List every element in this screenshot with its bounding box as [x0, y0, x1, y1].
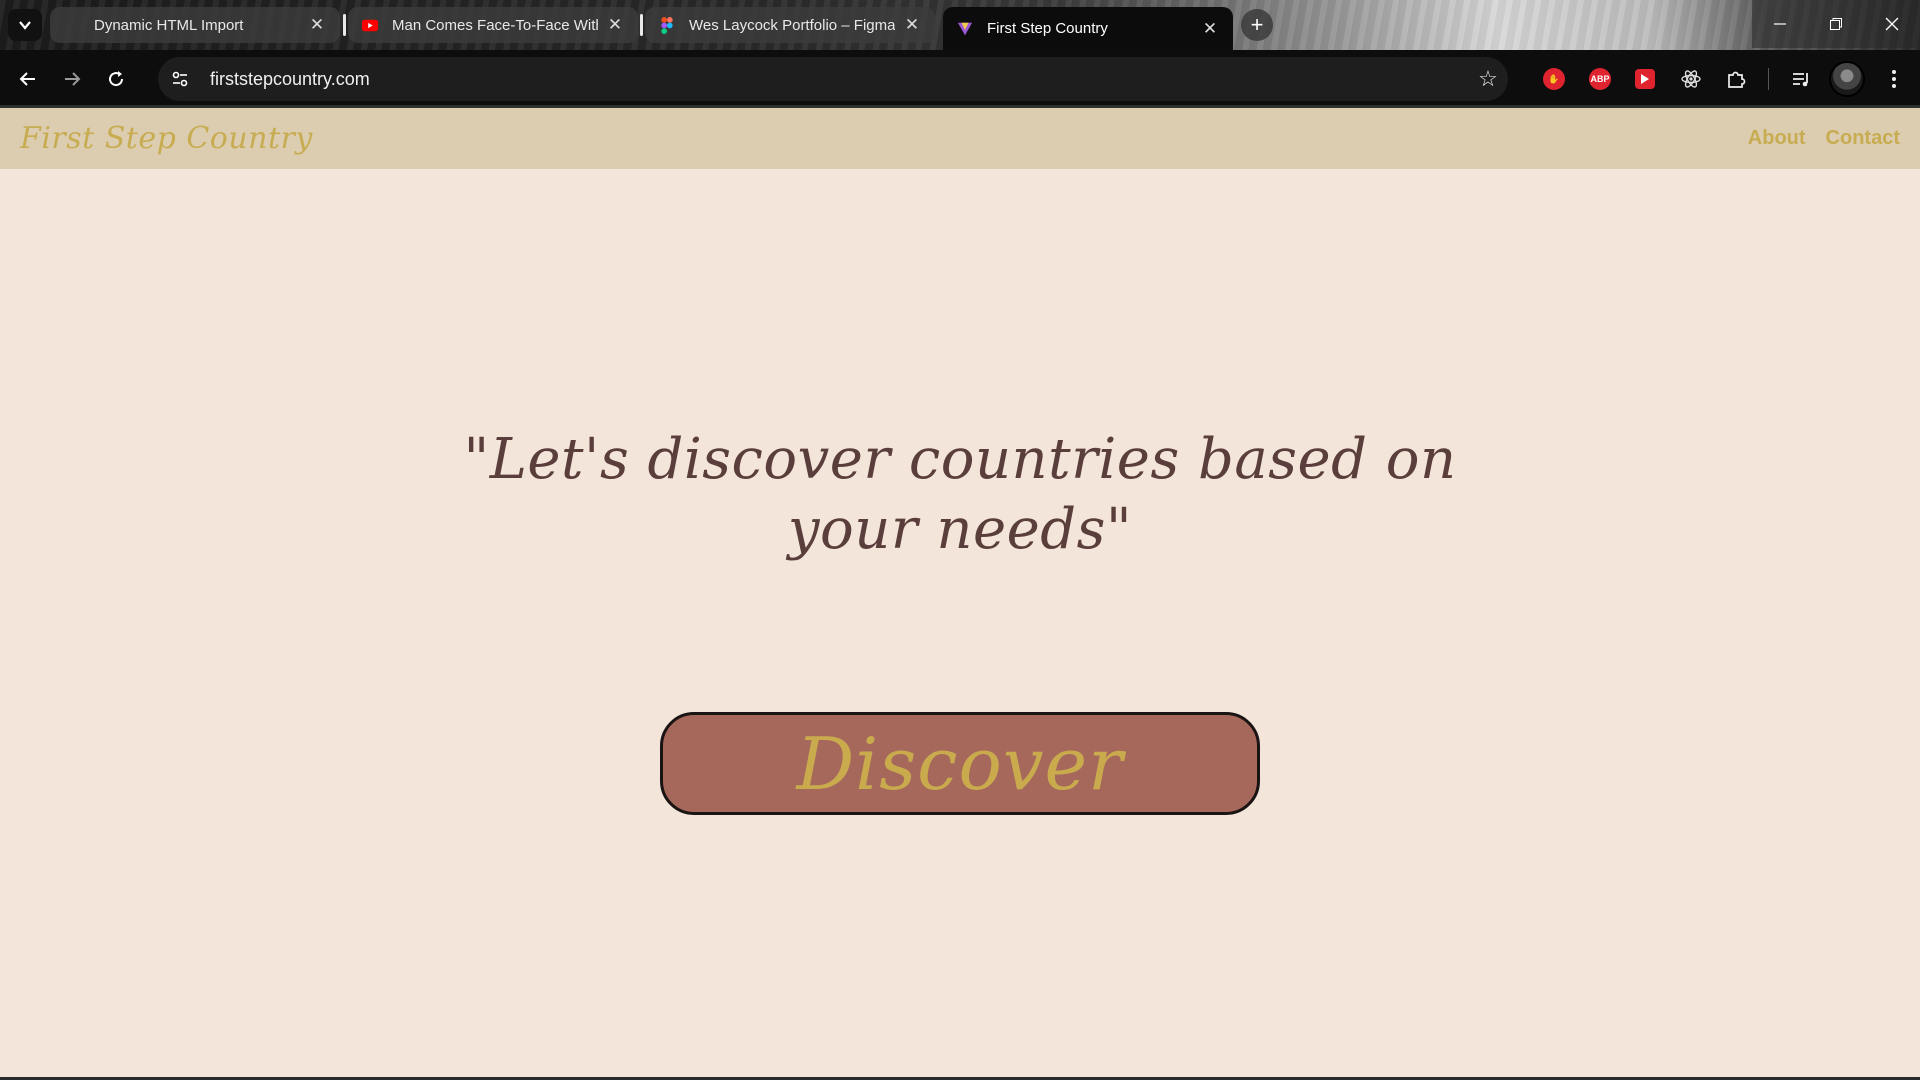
restore-icon	[1830, 18, 1842, 30]
atom-icon	[1681, 70, 1701, 88]
media-queue-button[interactable]	[1785, 63, 1817, 95]
plus-icon: +	[1250, 12, 1264, 37]
adblock-extension[interactable]: ABP	[1584, 63, 1616, 95]
reload-button[interactable]	[96, 59, 136, 99]
media-queue-icon	[1793, 73, 1808, 87]
site-info-button[interactable]	[164, 63, 196, 95]
nav-contact-link[interactable]: Contact	[1826, 127, 1900, 150]
address-bar[interactable]: firststepcountry.com ☆	[158, 57, 1508, 101]
tab-strip: Dynamic HTML Import ✕ Man Comes Face-To-…	[0, 0, 1920, 50]
minimize-icon	[1774, 23, 1786, 25]
menu-button[interactable]	[1878, 63, 1910, 95]
tab-title: First Step Country	[987, 20, 1108, 37]
close-icon[interactable]: ✕	[308, 15, 326, 34]
tab-search-button[interactable]	[8, 9, 42, 41]
youtube-icon	[362, 17, 378, 33]
tab-first-step-country[interactable]: First Step Country ✕	[943, 7, 1233, 50]
atom-extension[interactable]	[1675, 63, 1707, 95]
window-controls	[1752, 0, 1920, 48]
back-button[interactable]	[8, 59, 48, 99]
minimize-button[interactable]	[1752, 0, 1808, 48]
reload-icon	[109, 71, 124, 87]
figma-icon	[659, 16, 675, 34]
puzzle-icon	[1728, 71, 1746, 88]
close-icon	[1885, 17, 1899, 31]
new-tab-button[interactable]: +	[1241, 9, 1273, 41]
tab-title: Man Comes Face-To-Face With	[392, 16, 598, 34]
toolbar-divider	[1768, 68, 1769, 90]
hero-quote: "Let's discover countries based on your …	[463, 427, 1457, 562]
tab-dynamic-html-import[interactable]: Dynamic HTML Import ✕	[50, 7, 340, 43]
close-icon[interactable]: ✕	[606, 15, 624, 34]
red-play-icon	[1635, 69, 1655, 89]
close-window-button[interactable]	[1864, 0, 1920, 48]
nav-about-link[interactable]: About	[1748, 127, 1806, 150]
chevron-down-icon	[19, 21, 31, 30]
tab-title: Wes Laycock Portfolio – Figma	[689, 16, 895, 34]
close-icon[interactable]: ✕	[903, 15, 921, 34]
site-nav: About Contact	[1748, 127, 1900, 150]
hand-stop-icon: ✋	[1543, 68, 1565, 90]
tab-separator	[640, 14, 643, 36]
adblock-icon: ABP	[1589, 68, 1611, 90]
restore-button[interactable]	[1808, 0, 1864, 48]
site-icon	[957, 21, 973, 37]
profile-avatar[interactable]	[1829, 61, 1865, 97]
tab-title: Dynamic HTML Import	[94, 16, 244, 34]
site-logo[interactable]: First Step Country	[20, 121, 313, 156]
star-icon: ☆	[1478, 66, 1498, 91]
bookmark-star-button[interactable]: ☆	[1468, 66, 1508, 92]
tab-youtube[interactable]: Man Comes Face-To-Face With ✕	[348, 7, 638, 43]
discover-button[interactable]: Discover	[660, 712, 1260, 815]
close-icon[interactable]: ✕	[1201, 19, 1219, 38]
browser-toolbar: firststepcountry.com ☆ ✋ ABP	[0, 50, 1920, 108]
hand-stop-extension[interactable]: ✋	[1538, 63, 1570, 95]
tab-figma[interactable]: Wes Laycock Portfolio – Figma ✕	[645, 7, 935, 43]
arrow-right-icon	[65, 72, 81, 86]
red-play-extension[interactable]	[1629, 63, 1661, 95]
arrow-left-icon	[19, 72, 35, 86]
blank-icon	[64, 17, 80, 33]
site-header: First Step Country About Contact	[0, 108, 1920, 169]
more-vert-icon	[1892, 70, 1896, 88]
url-text: firststepcountry.com	[210, 68, 370, 89]
tab-separator	[343, 14, 346, 36]
forward-button[interactable]	[52, 59, 92, 99]
extensions-button[interactable]	[1720, 63, 1752, 95]
tune-icon	[172, 71, 188, 87]
